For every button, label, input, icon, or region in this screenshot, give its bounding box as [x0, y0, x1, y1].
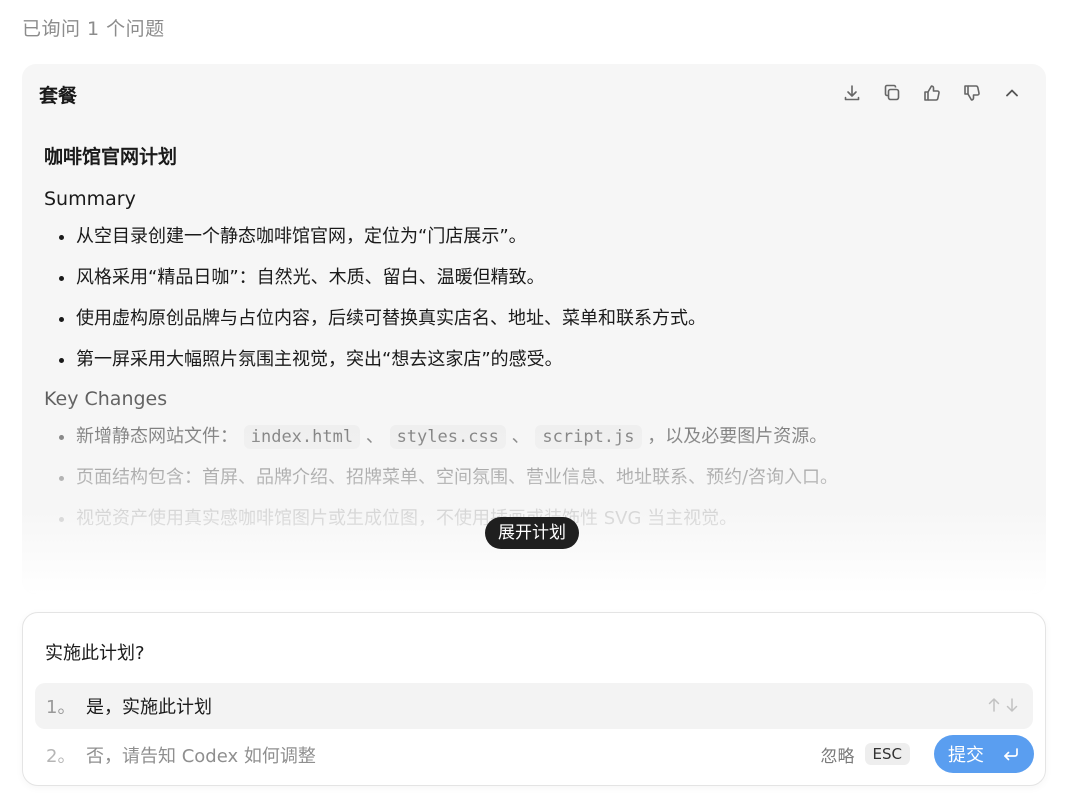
option-label: 是，实施此计划: [86, 697, 212, 718]
summary-heading: Summary: [44, 188, 136, 210]
plan-title: 套餐: [39, 85, 78, 107]
item-text: ，以及必要图片资源。: [647, 426, 828, 447]
separator: 、: [511, 426, 530, 447]
key-changes-list: 新增静态网站文件： index.html 、 styles.css 、 scri…: [44, 424, 1024, 532]
option-yes[interactable]: 1。 是，实施此计划: [35, 683, 1033, 729]
item-text: 新增静态网站文件：: [76, 426, 238, 447]
plan-body: 咖啡馆官网计划 Summary 从空目录创建一个静态咖啡馆官网，定位为“门店展示…: [44, 142, 1024, 547]
arrow-up-icon: [988, 698, 1000, 712]
list-item: 第一屏采用大幅照片氛围主视觉，突出“想去这家店”的感受。: [76, 347, 1024, 373]
header-actions: [840, 81, 1024, 105]
key-changes-heading: Key Changes: [44, 388, 168, 410]
nav-arrows: [987, 697, 1019, 713]
footer-actions: 忽略 ESC 提交: [821, 735, 1034, 773]
doc-title: 咖啡馆官网计划: [44, 146, 178, 168]
ignore-button[interactable]: 忽略: [821, 742, 855, 767]
file-code: script.js: [535, 425, 642, 449]
question-panel: 实施此计划? 1。 是，实施此计划 2。 否，请告知 Codex 如何调整 忽略…: [22, 612, 1046, 786]
copy-icon[interactable]: [880, 81, 904, 105]
option-number: 2。: [46, 746, 76, 767]
summary-list: 从空目录创建一个静态咖啡馆官网，定位为“门店展示”。 风格采用“精品日咖”：自然…: [44, 224, 1024, 373]
list-item: 页面结构包含：首屏、品牌介绍、招牌菜单、空间氛围、营业信息、地址联系、预约/咨询…: [76, 465, 1024, 491]
option-number: 1。: [46, 697, 76, 718]
file-code: styles.css: [389, 425, 506, 449]
separator: 、: [365, 426, 384, 447]
list-item: 使用虚构原创品牌与占位内容，后续可替换真实店名、地址、菜单和联系方式。: [76, 306, 1024, 332]
submit-button[interactable]: 提交: [934, 735, 1034, 773]
option-label: 否，请告知 Codex 如何调整: [86, 746, 316, 767]
list-item: 风格采用“精品日咖”：自然光、木质、留白、温暖但精致。: [76, 265, 1024, 291]
list-item: 新增静态网站文件： index.html 、 styles.css 、 scri…: [76, 424, 1024, 450]
key-changes-section: Key Changes 新增静态网站文件： index.html 、 style…: [44, 388, 1024, 532]
download-icon[interactable]: [840, 81, 864, 105]
thumbs-up-icon[interactable]: [920, 81, 944, 105]
plan-card: 套餐 咖啡馆官网计划 Summary • 从空目录创建一个静态咖啡馆官网，定位为…: [22, 64, 1046, 594]
plan-header: 套餐: [22, 64, 1046, 122]
esc-badge: ESC: [864, 743, 910, 765]
list-item: 从空目录创建一个静态咖啡馆官网，定位为“门店展示”。: [76, 224, 1024, 250]
enter-icon: [1004, 748, 1018, 761]
question-title: 实施此计划?: [45, 643, 145, 664]
file-code: index.html: [243, 425, 361, 449]
submit-label: 提交: [948, 745, 984, 766]
expand-plan-button[interactable]: 展开计划: [485, 517, 579, 549]
thumbs-down-icon[interactable]: [960, 81, 984, 105]
arrow-down-icon: [1006, 698, 1018, 712]
status-line: 已询问 1 个问题: [22, 18, 165, 40]
chevron-up-icon[interactable]: [1000, 81, 1024, 105]
